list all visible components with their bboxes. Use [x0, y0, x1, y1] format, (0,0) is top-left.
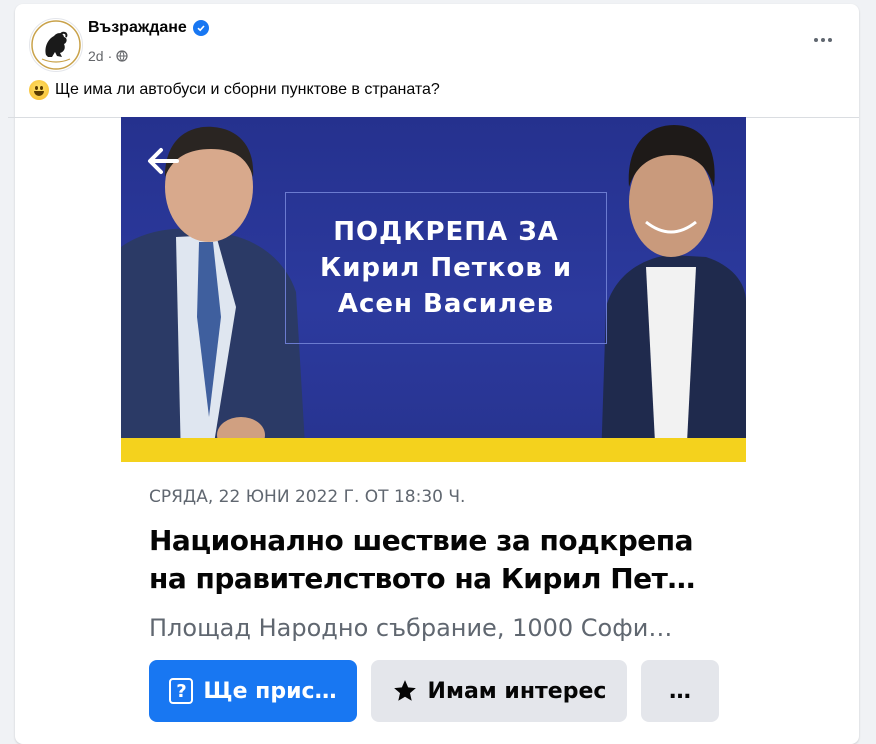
post-timestamp[interactable]: 2d [88, 48, 104, 64]
event-banner: ПОДКРЕПА ЗА Кирил Петков и Асен Василев [121, 117, 746, 462]
dot-icon [821, 38, 825, 42]
verified-badge-icon [192, 20, 209, 36]
event-title-line-1: Национално шествие за подкрепа [149, 524, 694, 557]
grinning-face-emoji-icon [29, 80, 49, 100]
event-title-line-2: на правителството на Кирил Пет… [149, 562, 695, 595]
page-name-row: Възраждане [88, 19, 209, 37]
event-location[interactable]: Площад Народно събрание, 1000 Софи… [149, 614, 714, 642]
going-button-label: Ще прис… [203, 678, 337, 704]
post-options-button[interactable] [805, 26, 841, 54]
globe-icon [116, 50, 128, 62]
page-name[interactable]: Възраждане [88, 19, 187, 37]
question-mark-icon: ? [169, 678, 194, 704]
banner-text-box: ПОДКРЕПА ЗА Кирил Петков и Асен Василев [285, 192, 607, 344]
more-button-label: … [669, 678, 691, 704]
interested-button-label: Имам интерес [427, 678, 607, 704]
star-icon [393, 680, 416, 701]
post-meta: 2d · [88, 48, 128, 64]
interested-button[interactable]: Имам интерес [371, 660, 627, 722]
post-text-row: Ще има ли автобуси и сборни пунктове в с… [29, 80, 440, 100]
banner-line-1: ПОДКРЕПА ЗА [333, 217, 559, 247]
dot-icon [814, 38, 818, 42]
post-text: Ще има ли автобуси и сборни пунктове в с… [55, 81, 440, 98]
banner-line-3: Асен Василев [337, 289, 555, 319]
dot-icon [828, 38, 832, 42]
meta-separator: · [107, 48, 113, 64]
page-avatar[interactable] [29, 18, 83, 72]
lion-logo-icon [31, 20, 81, 70]
banner-line-2: Кирил Петков и [319, 253, 573, 283]
person-right-figure [601, 125, 746, 462]
event-more-button[interactable]: … [641, 660, 719, 722]
event-title[interactable]: Национално шествие за подкрепа на правит… [149, 522, 739, 598]
shared-screenshot-image[interactable]: ПОДКРЕПА ЗА Кирил Петков и Асен Василев … [121, 117, 746, 744]
going-button[interactable]: ? Ще прис… [149, 660, 357, 722]
back-arrow-icon[interactable] [143, 141, 183, 181]
event-date: СРЯДА, 22 ЮНИ 2022 Г. ОТ 18:30 Ч. [149, 487, 466, 507]
banner-yellow-stripe [121, 438, 746, 462]
post-card: Възраждане 2d · Ще има ли автобуси и сбо… [8, 4, 859, 744]
